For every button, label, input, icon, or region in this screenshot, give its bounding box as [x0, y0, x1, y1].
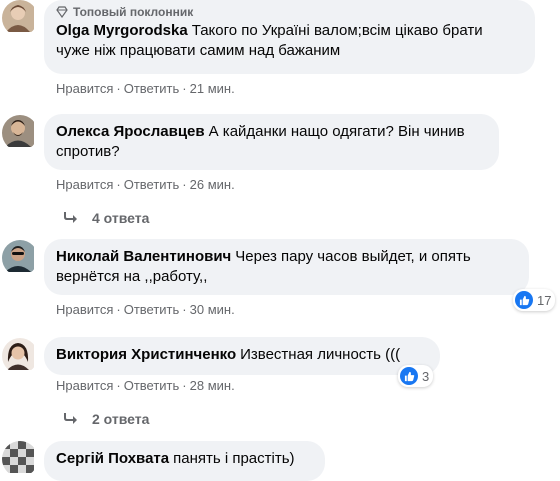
comment-author[interactable]: Олекса Ярославцев [56, 123, 205, 140]
avatar[interactable] [2, 0, 38, 36]
reaction-count[interactable]: 17 [513, 289, 556, 311]
avatar[interactable] [2, 338, 38, 374]
reply-arrow-icon [64, 413, 77, 424]
comment-bubble: Топовый поклонник Olga Myrgorodska Такого… [44, 0, 535, 74]
avatar-image [2, 0, 34, 32]
comment-author[interactable]: Сергій Похвата [56, 450, 169, 467]
view-replies-button[interactable]: 4 ответа [62, 209, 149, 227]
comment-actions: Нравится · Ответить · 28 мин. [56, 378, 235, 393]
comment-time[interactable]: 26 мин. [190, 177, 235, 192]
replies-count: 4 ответа [92, 210, 150, 226]
top-fan-badge: Топовый поклонник [56, 4, 523, 20]
avatar-image [2, 115, 34, 147]
avatar-image [2, 240, 34, 272]
reply-link[interactable]: Ответить [124, 378, 180, 393]
comment-time[interactable]: 28 мин. [190, 378, 235, 393]
reply-link[interactable]: Ответить [124, 302, 180, 317]
comment-author[interactable]: Николай Валентинович [56, 248, 231, 265]
thumbs-up-icon [400, 367, 418, 385]
comment-text: панять і прастіть) [173, 450, 295, 467]
comment-author[interactable]: Виктория Христинченко [56, 346, 236, 363]
view-replies-button[interactable]: 2 ответа [62, 410, 149, 428]
diamond-icon [56, 6, 68, 18]
comment-actions: Нравится · Ответить · 26 мин. [56, 177, 235, 192]
reply-link[interactable]: Ответить [124, 177, 180, 192]
like-link[interactable]: Нравится [56, 81, 113, 96]
reply-arrow-icon [64, 212, 77, 223]
comment-text: Такого по Україні валом;всім цікаво брат… [191, 22, 483, 39]
avatar-image [2, 441, 34, 473]
like-link[interactable]: Нравится [56, 302, 113, 317]
avatar[interactable] [2, 240, 38, 276]
comment-text: А кайданки нащо одягати? Він чинив [208, 123, 465, 140]
comment-actions: Нравится · Ответить · 30 мин. [56, 302, 235, 317]
comment-time[interactable]: 21 мин. [190, 81, 235, 96]
reaction-number: 3 [422, 368, 430, 384]
reply-link[interactable]: Ответить [124, 81, 180, 96]
avatar-image [2, 338, 34, 370]
replies-count: 2 ответа [92, 411, 150, 427]
badge-label: Топовый поклонник [73, 5, 194, 19]
comment-bubble: Николай Валентинович Через пару часов вый… [44, 239, 529, 295]
avatar[interactable] [2, 441, 38, 477]
comment-text-line2: чуже ніж працювати самим над бажаним [56, 42, 341, 59]
comment-text: Известная личность ((( [240, 346, 401, 363]
comment-text: Через пару часов выйдет, и опять [235, 248, 471, 265]
comment-bubble: Виктория Христинченко Известная личность … [44, 337, 440, 375]
comment-bubble: Олекса Ярославцев А кайданки нащо одягати… [44, 114, 499, 170]
like-link[interactable]: Нравится [56, 378, 113, 393]
comment-text-line2: вернётся на ,,работу,, [56, 268, 208, 285]
avatar[interactable] [2, 115, 38, 151]
thumbs-up-icon [515, 291, 533, 309]
comment-bubble: Сергій Похвата панять і прастіть) [44, 441, 325, 481]
reaction-count[interactable]: 3 [398, 365, 434, 387]
comment-time[interactable]: 30 мин. [190, 302, 235, 317]
comment-actions: Нравится · Ответить · 21 мин. [56, 81, 235, 96]
comment-text-line2: спротив? [56, 143, 120, 160]
like-link[interactable]: Нравится [56, 177, 113, 192]
comment-author[interactable]: Olga Myrgorodska [56, 22, 188, 39]
reaction-number: 17 [537, 292, 552, 308]
